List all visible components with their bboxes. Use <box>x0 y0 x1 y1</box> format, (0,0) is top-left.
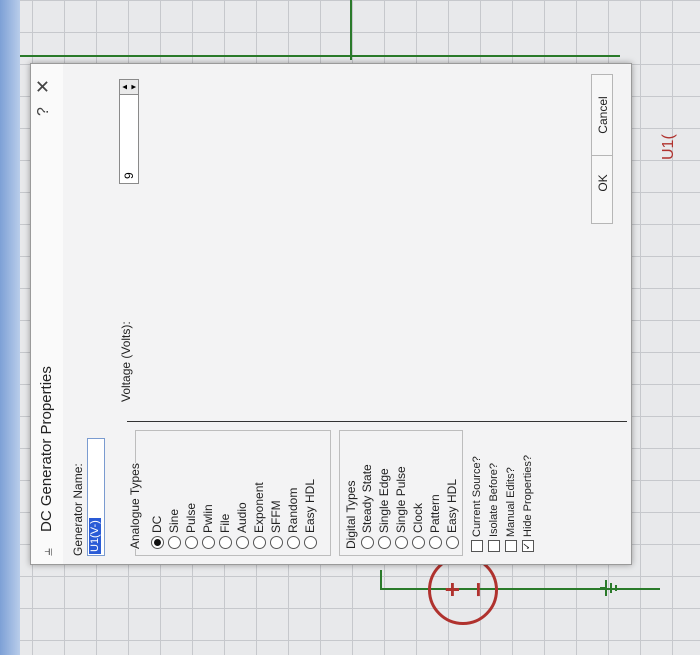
checkbox[interactable] <box>471 540 484 552</box>
dialog-title: DC Generator Properties <box>38 366 55 532</box>
radio-option[interactable]: Sine <box>167 509 184 549</box>
radio-button[interactable] <box>446 536 460 549</box>
digital-types-group: Digital Types Steady State Single Edge Sin… <box>339 430 463 556</box>
dc-source-symbol[interactable]: + − <box>428 555 498 625</box>
radio-button[interactable] <box>185 536 199 549</box>
radio-button[interactable] <box>395 536 409 549</box>
radio-button[interactable] <box>253 536 267 549</box>
radio-button[interactable] <box>270 536 284 549</box>
radio-label: Pulse <box>184 502 198 533</box>
radio-label: Single Edge <box>377 468 391 533</box>
generator-icon: ⫨ <box>39 548 55 556</box>
divider <box>127 421 627 422</box>
radio-button[interactable] <box>236 536 250 549</box>
radio-label: DC <box>150 515 164 533</box>
radio-label: Pattern <box>428 494 442 533</box>
radio-button[interactable] <box>168 536 182 549</box>
dialog-titlebar[interactable]: ⫨ DC Generator Properties ? ✕ <box>31 64 63 564</box>
radio-option[interactable]: Exponent <box>252 482 269 549</box>
radio-label: Clock <box>411 502 425 533</box>
radio-button[interactable] <box>361 536 375 549</box>
option-checkbox-row[interactable]: Isolate Before? <box>488 463 505 552</box>
close-button[interactable]: ✕ <box>33 79 54 94</box>
voltage-label: Voltage (Volts): <box>119 321 133 402</box>
cancel-button[interactable]: Cancel <box>591 74 613 156</box>
radio-button[interactable] <box>287 536 301 549</box>
radio-option[interactable]: Easy HDL <box>445 479 462 549</box>
radio-label: Easy HDL <box>445 478 459 533</box>
radio-option[interactable]: Easy HDL <box>303 479 320 549</box>
radio-option[interactable]: SFFM <box>269 500 286 549</box>
wire <box>20 55 620 57</box>
radio-option[interactable]: Single Edge <box>377 468 394 549</box>
radio-button[interactable] <box>429 536 443 549</box>
radio-button[interactable] <box>219 536 233 549</box>
radio-option[interactable]: DC <box>150 516 167 549</box>
radio-option[interactable]: File <box>218 514 235 549</box>
radio-label: Exponent <box>252 482 266 533</box>
checkbox[interactable] <box>488 540 501 552</box>
radio-label: Single Pulse <box>394 466 408 533</box>
voltage-spinner[interactable]: ▲ ▼ <box>120 80 138 95</box>
radio-label: File <box>218 513 232 533</box>
radio-button[interactable] <box>412 536 426 549</box>
analogue-types-group: Analogue Types DC Sine Pulse Pwlin File Audio… <box>128 430 331 556</box>
radio-button[interactable] <box>151 536 165 549</box>
window-edge <box>0 0 20 655</box>
radio-option[interactable]: Pwlin <box>201 504 218 549</box>
radio-label: Steady State <box>360 464 374 533</box>
radio-label: Random <box>286 487 300 533</box>
digital-types-title: Digital Types <box>344 480 358 549</box>
radio-label: Audio <box>235 502 249 533</box>
radio-button[interactable] <box>378 536 392 549</box>
radio-option[interactable]: Steady State <box>360 464 377 549</box>
radio-option[interactable]: Random <box>286 488 303 549</box>
component-label: U1( <box>660 134 677 160</box>
option-checkbox-row[interactable]: Current Source? <box>471 456 488 552</box>
minus-sign: − <box>463 581 494 598</box>
voltage-value: 9 <box>122 172 136 179</box>
radio-option[interactable]: Single Pulse <box>394 466 411 549</box>
radio-option[interactable]: Pattern <box>428 494 445 549</box>
generator-name-label: Generator Name: <box>71 463 85 556</box>
wire <box>350 0 352 60</box>
radio-button[interactable] <box>304 536 318 549</box>
radio-label: SFFM <box>269 500 283 533</box>
help-button[interactable]: ? <box>35 107 53 116</box>
dc-generator-dialog: ⫨ DC Generator Properties ? ✕ Generator … <box>30 63 632 565</box>
checkbox-label: Manual Edits? <box>505 467 517 537</box>
wire <box>380 570 382 590</box>
checkbox-label: Isolate Before? <box>488 463 500 537</box>
radio-button[interactable] <box>202 536 216 549</box>
radio-label: Easy HDL <box>303 478 317 533</box>
generator-name-input[interactable]: U1(V-) <box>87 438 105 556</box>
option-checkbox-row[interactable]: ✓ Hide Properties? <box>522 455 539 552</box>
voltage-input[interactable]: 9 ▲ ▼ <box>119 79 139 184</box>
checkbox[interactable] <box>505 540 518 552</box>
generator-name-value: U1(V-) <box>89 518 101 554</box>
checkbox-checked[interactable]: ✓ <box>522 540 535 552</box>
ground-icon <box>600 580 617 596</box>
radio-label: Sine <box>167 508 181 533</box>
checkbox-label: Current Source? <box>471 456 483 537</box>
options-group: Current Source? Isolate Before? Manual Edi… <box>471 424 551 564</box>
analogue-types-title: Analogue Types <box>128 463 142 549</box>
radio-option[interactable]: Audio <box>235 502 252 549</box>
radio-option[interactable]: Clock <box>411 503 428 549</box>
checkbox-label: Hide Properties? <box>522 455 534 537</box>
radio-option[interactable]: Pulse <box>184 503 201 549</box>
option-checkbox-row[interactable]: Manual Edits? <box>505 467 522 552</box>
radio-label: Pwlin <box>201 504 215 533</box>
